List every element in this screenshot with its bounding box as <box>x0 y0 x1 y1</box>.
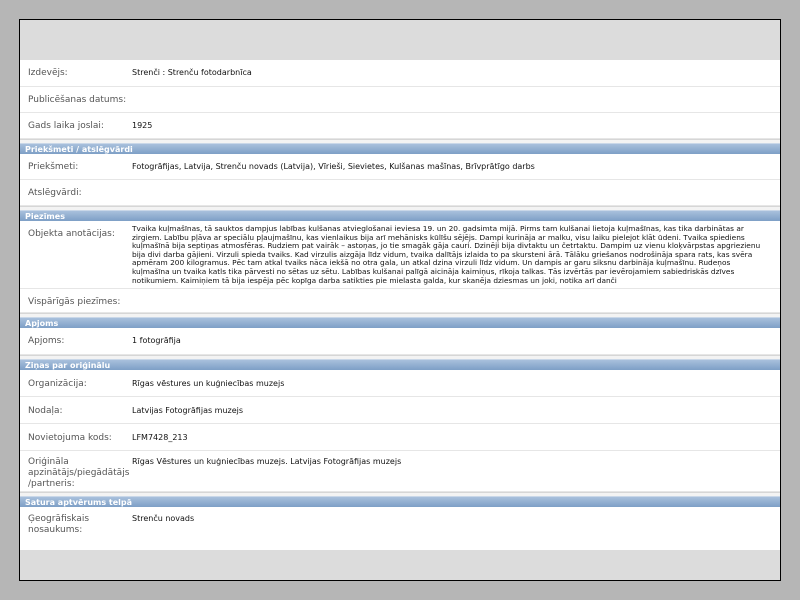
section-header-coverage: Satura aptvērums telpā <box>20 496 780 507</box>
provider-row: Oriģināla apzinātājs/piegādātājs /partne… <box>20 451 780 492</box>
annotation-row: Objekta anotācijas: Tvaika kuļmašīnas, t… <box>20 221 780 289</box>
field-label: Priekšmeti: <box>28 162 79 172</box>
section-header-subjects: Priekšmeti / atslēgvārdi <box>20 143 780 154</box>
field-label: Vispārīgās piezīmes: <box>28 297 121 307</box>
location-code-value: LFM7428_213 <box>132 433 188 442</box>
publisher-row: Izdevējs: Strenči : Strenču fotodarbnīca <box>20 60 780 87</box>
extent-value: 1 fotogrāfija <box>132 336 181 345</box>
extent-row: Apjoms: 1 fotogrāfija <box>20 328 780 355</box>
screen-frame: Izdevējs: Strenči : Strenču fotodarbnīca… <box>19 19 781 581</box>
organization-value: Rīgas vēstures un kuģniecības muzejs <box>132 379 285 388</box>
field-label: Ģeogrāfiskais nosaukums: <box>28 514 90 535</box>
keywords-row: Atslēgvārdi: <box>20 180 780 206</box>
provider-value: Rīgas Vēstures un kuģniecības muzejs. La… <box>132 457 402 466</box>
section-header-original: Ziņas par oriģinālu <box>20 359 780 370</box>
record-detail-page: Izdevējs: Strenči : Strenču fotodarbnīca… <box>20 60 780 550</box>
year-row: Gads laika joslai: 1925 <box>20 113 780 139</box>
field-label: Izdevējs: <box>28 68 68 78</box>
department-value: Latvijas Fotogrāfijas muzejs <box>132 406 244 415</box>
section-header-notes: Piezīmes <box>20 210 780 221</box>
field-label: Atslēgvārdi: <box>28 188 82 198</box>
field-label: Apjoms: <box>28 336 65 346</box>
subjects-row: Priekšmeti: Fotogrāfijas, Latvija, Stren… <box>20 154 780 180</box>
field-label: Objekta anotācijas: <box>28 229 115 239</box>
department-row: Nodaļa: Latvijas Fotogrāfijas muzejs <box>20 397 780 424</box>
subjects-value: Fotogrāfijas, Latvija, Strenču novads (L… <box>132 162 535 171</box>
annotation-value: Tvaika kuļmašīnas, tā sauktos dampjus la… <box>132 224 761 285</box>
geo-name-row: Ģeogrāfiskais nosaukums: Strenču novads <box>20 507 780 541</box>
location-code-row: Novietojuma kods: LFM7428_213 <box>20 424 780 451</box>
field-label: Organizācija: <box>28 379 87 389</box>
field-label: Novietojuma kods: <box>28 433 112 443</box>
field-label: Nodaļa: <box>28 406 63 416</box>
section-header-extent: Apjoms <box>20 317 780 328</box>
field-label: Gads laika joslai: <box>28 121 104 131</box>
year-value: 1925 <box>132 121 153 130</box>
field-label: Publicēšanas datums: <box>28 95 127 105</box>
general-notes-row: Vispārīgās piezīmes: <box>20 289 780 313</box>
organization-row: Organizācija: Rīgas vēstures un kuģniecī… <box>20 370 780 397</box>
publisher-value: Strenči : Strenču fotodarbnīca <box>132 68 252 77</box>
geo-name-value: Strenču novads <box>132 514 195 523</box>
field-label: Oriģināla apzinātājs/piegādātājs /partne… <box>28 457 130 489</box>
publication-date-row: Publicēšanas datums: <box>20 87 780 113</box>
